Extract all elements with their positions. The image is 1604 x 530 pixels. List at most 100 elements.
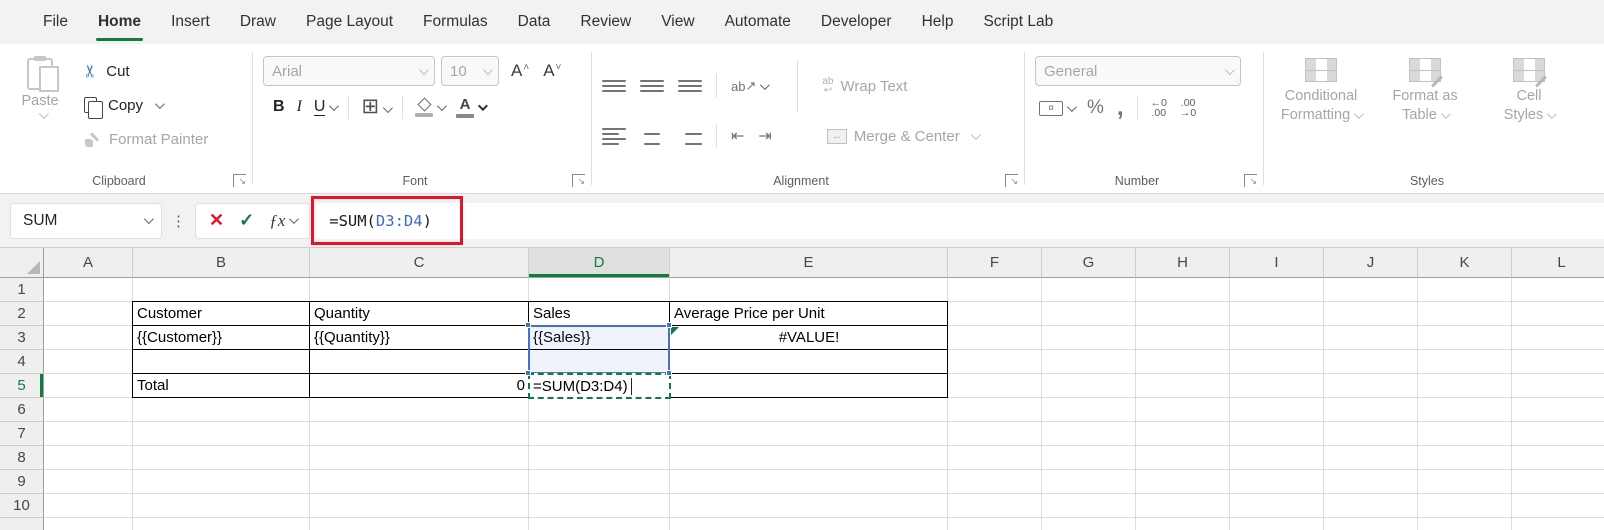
cell-styles-button[interactable]: Cell Styles [1482,58,1576,167]
cell-C5[interactable]: 0 [310,374,529,398]
column-header-A[interactable]: A [44,248,133,278]
underline-button[interactable]: U [313,98,340,116]
alignment-dialog-launcher-icon[interactable]: ↘ [1005,174,1018,187]
number-dialog-launcher-icon[interactable]: ↘ [1244,174,1257,187]
cancel-button[interactable]: ✕ [209,210,224,231]
row-header-8[interactable]: 8 [0,446,44,470]
tab-script-lab[interactable]: Script Lab [968,0,1068,44]
column-header-F[interactable]: F [948,248,1042,278]
borders-button[interactable]: ⊞ [361,96,393,118]
selection-handle[interactable] [525,370,531,376]
cell-C2[interactable]: Quantity [310,302,529,326]
row-header-11[interactable] [0,518,44,530]
wrap-text-button[interactable]: ab ↩ Wrap Text [822,77,907,96]
column-header-B[interactable]: B [133,248,310,278]
cell-B5[interactable]: Total [133,374,310,398]
chevron-down-icon [1440,109,1451,120]
fill-color-button[interactable] [415,97,447,117]
decrease-decimal-button[interactable]: .00 →0 [1180,98,1196,119]
column-header-I[interactable]: I [1230,248,1324,278]
column-header-E[interactable]: E [670,248,948,278]
italic-button[interactable]: I [297,98,302,116]
column-header-K[interactable]: K [1418,248,1512,278]
cut-button[interactable]: ✂ Cut [81,56,208,86]
tab-page-layout[interactable]: Page Layout [291,0,408,44]
tab-developer[interactable]: Developer [806,0,907,44]
row-header-2[interactable]: 2 [0,302,44,326]
formula-bar-drag-handle[interactable]: ⋮ [171,212,186,230]
row-header-10[interactable]: 10 [0,494,44,518]
cell-B2[interactable]: Customer [133,302,310,326]
top-align-button[interactable] [602,80,626,92]
column-header-C[interactable]: C [310,248,529,278]
clipboard-dialog-launcher-icon[interactable]: ↘ [233,174,246,187]
underline-glyph: U [313,98,326,116]
middle-align-button[interactable] [640,80,664,92]
tab-view[interactable]: View [646,0,709,44]
tab-review[interactable]: Review [565,0,646,44]
font-color-button[interactable]: A [456,97,488,118]
select-all-corner[interactable] [0,248,44,278]
orientation-button[interactable]: ab ↗ [731,78,771,94]
font-name-select[interactable]: Arial [263,56,435,86]
increase-decimal-button[interactable]: ←0.00 [1151,98,1167,119]
column-header-G[interactable]: G [1042,248,1136,278]
font-group-label: Font [402,174,428,188]
decrease-indent-button[interactable]: ⇤ [731,126,744,146]
merge-center-button[interactable]: ↔ Merge & Center [826,128,981,145]
cell-D2[interactable]: Sales [529,302,670,326]
tab-file[interactable]: File [28,0,83,44]
row-header-1[interactable]: 1 [0,278,44,302]
tab-home[interactable]: Home [83,0,156,44]
tab-insert[interactable]: Insert [156,0,225,44]
tab-automate[interactable]: Automate [710,0,806,44]
tab-formulas[interactable]: Formulas [408,0,503,44]
font-size-select[interactable]: 10 [441,56,499,86]
formula-range-selection[interactable] [528,325,670,374]
cell-E2[interactable]: Average Price per Unit [670,302,948,326]
align-left-button[interactable] [602,127,626,145]
percent-style-button[interactable]: % [1087,97,1104,119]
column-header-D[interactable]: D [529,248,670,278]
tab-help[interactable]: Help [907,0,969,44]
cell-C3[interactable]: {{Quantity}} [310,326,529,350]
column-header-H[interactable]: H [1136,248,1230,278]
cell-E3[interactable]: #VALUE! [670,326,948,350]
editing-cell-D5[interactable]: =SUM(D3:D4) [528,373,671,399]
accounting-format-button[interactable]: ¤ [1039,100,1077,116]
bottom-align-button[interactable] [678,80,702,92]
column-header-J[interactable]: J [1324,248,1418,278]
selection-handle[interactable] [666,370,672,376]
row-header-9[interactable]: 9 [0,470,44,494]
comma-style-button[interactable]: , [1117,96,1124,120]
paste-button[interactable]: Paste [10,56,70,167]
row-header-5[interactable]: 5 [0,374,44,398]
column-header-L[interactable]: L [1512,248,1604,278]
format-as-table-button[interactable]: Format as Table [1378,58,1472,167]
increase-indent-button[interactable]: ⇥ [758,126,771,146]
copy-button[interactable]: Copy [84,90,208,120]
enter-button[interactable]: ✓ [239,210,254,231]
bold-button[interactable]: B [273,98,285,116]
row-header-3[interactable]: 3 [0,326,44,350]
format-as-table-icon [1409,58,1441,82]
row-header-7[interactable]: 7 [0,422,44,446]
font-dialog-launcher-icon[interactable]: ↘ [572,174,585,187]
row-header-6[interactable]: 6 [0,398,44,422]
cell-B3[interactable]: {{Customer}} [133,326,310,350]
insert-function-button[interactable]: ƒx [269,211,300,231]
align-right-button[interactable] [678,128,702,145]
format-painter-button[interactable]: Format Painter [84,124,208,154]
decrease-font-size-button[interactable]: A ˅ [543,61,561,81]
conditional-formatting-button[interactable]: Conditional Formatting [1274,58,1368,167]
name-box[interactable]: SUM [10,202,162,239]
increase-font-size-button[interactable]: A ˄ [511,61,529,81]
tab-draw[interactable]: Draw [225,0,291,44]
selection-handle[interactable] [666,322,672,328]
tab-data[interactable]: Data [503,0,566,44]
selection-handle[interactable] [525,322,531,328]
formula-input[interactable]: =SUM(D3:D4) [311,195,1604,245]
align-center-button[interactable] [640,128,664,145]
row-header-4[interactable]: 4 [0,350,44,374]
number-format-select[interactable]: General [1035,56,1241,86]
